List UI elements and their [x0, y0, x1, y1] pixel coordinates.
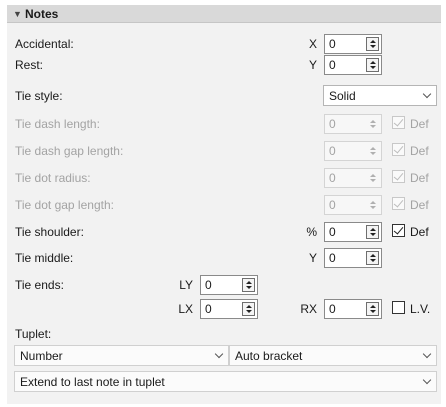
tie-ends-ly-label: LY — [179, 278, 193, 292]
tie-dash-gap-length-def-checkbox[interactable] — [392, 143, 405, 156]
tuplet-number-dropdown[interactable]: Number — [14, 345, 229, 366]
spinner-arrows-icon[interactable] — [366, 171, 379, 185]
def-label: Def — [410, 225, 429, 239]
def-label: Def — [410, 198, 429, 212]
chevron-down-icon — [422, 349, 432, 359]
tie-ends-lx-value: 0 — [205, 302, 212, 316]
tie-shoulder-spinbox[interactable]: 0 — [324, 222, 382, 242]
tie-style-value: Solid — [329, 89, 356, 103]
tie-ends-lx-label: LX — [178, 302, 193, 316]
section-title: Notes — [25, 7, 59, 21]
tie-dash-length-spinbox[interactable]: 0 — [324, 114, 382, 134]
tie-dash-length-label: Tie dash length: — [15, 117, 100, 131]
def-label: Def — [410, 117, 429, 131]
rest-axis-label: Y — [308, 58, 317, 72]
tuplet-number-value: Number — [20, 349, 63, 363]
tuplet-bracket-dropdown[interactable]: Auto bracket — [229, 345, 437, 366]
tie-shoulder-def-checkbox[interactable] — [392, 224, 405, 237]
tie-dot-gap-length-value: 0 — [329, 198, 336, 212]
accidental-x-spinbox[interactable]: 0 — [324, 34, 382, 54]
tie-dot-radius-def-checkbox[interactable] — [392, 170, 405, 183]
tie-dot-radius-spinbox[interactable]: 0 — [324, 168, 382, 188]
spinner-arrows-icon[interactable] — [366, 198, 379, 212]
tie-shoulder-unit-label: % — [306, 225, 317, 239]
rest-y-value: 0 — [329, 58, 336, 72]
tie-middle-y-spinbox[interactable]: 0 — [324, 248, 382, 268]
tie-ends-ly-value: 0 — [205, 278, 212, 292]
tie-ends-rx-label: RX — [300, 302, 317, 316]
tie-ends-ly-spinbox[interactable]: 0 — [200, 275, 258, 295]
chevron-down-icon — [214, 349, 224, 359]
notes-section-header[interactable]: ▼ Notes — [7, 5, 441, 23]
accidental-x-value: 0 — [329, 37, 336, 51]
spinner-arrows-icon[interactable] — [366, 251, 379, 265]
rest-y-spinbox[interactable]: 0 — [324, 55, 382, 75]
tuplet-extend-value: Extend to last note in tuplet — [20, 375, 165, 389]
tie-ends-rx-spinbox[interactable]: 0 — [324, 299, 382, 319]
spinner-arrows-icon[interactable] — [242, 302, 255, 316]
tie-middle-axis-label: Y — [308, 251, 317, 265]
tie-dot-gap-length-spinbox[interactable]: 0 — [324, 195, 382, 215]
chevron-down-icon — [422, 375, 432, 385]
tie-dash-length-def-checkbox[interactable] — [392, 116, 405, 129]
spinner-arrows-icon[interactable] — [366, 37, 379, 51]
tie-middle-label: Tie middle: — [15, 251, 74, 265]
lv-checkbox[interactable] — [392, 301, 405, 314]
tie-dot-gap-length-label: Tie dot gap length: — [15, 198, 114, 212]
lv-label: L.V. — [410, 302, 431, 316]
tie-dash-gap-length-label: Tie dash gap length: — [15, 144, 124, 158]
spinner-arrows-icon[interactable] — [366, 302, 379, 316]
tuplet-label: Tuplet: — [15, 327, 52, 341]
spinner-arrows-icon[interactable] — [366, 225, 379, 239]
tie-shoulder-label: Tie shoulder: — [15, 225, 84, 239]
spinner-arrows-icon[interactable] — [366, 144, 379, 158]
tie-dot-gap-length-def-checkbox[interactable] — [392, 197, 405, 210]
tie-dot-radius-value: 0 — [329, 171, 336, 185]
def-label: Def — [410, 171, 429, 185]
rest-label: Rest: — [15, 58, 44, 72]
tuplet-bracket-value: Auto bracket — [235, 349, 303, 363]
tie-ends-lx-spinbox[interactable]: 0 — [200, 299, 258, 319]
tie-style-dropdown[interactable]: Solid — [323, 85, 437, 106]
spinner-arrows-icon[interactable] — [366, 117, 379, 131]
tie-style-label: Tie style: — [15, 89, 63, 103]
tie-dash-gap-length-value: 0 — [329, 144, 336, 158]
tie-dash-gap-length-spinbox[interactable]: 0 — [324, 141, 382, 161]
tie-shoulder-value: 0 — [329, 225, 336, 239]
def-label: Def — [410, 144, 429, 158]
tie-ends-label: Tie ends: — [15, 278, 64, 292]
tie-dash-length-value: 0 — [329, 117, 336, 131]
accidental-axis-label: X — [308, 37, 317, 51]
tie-dot-radius-label: Tie dot radius: — [15, 171, 91, 185]
collapse-triangle-icon[interactable]: ▼ — [13, 5, 22, 23]
notes-panel: ▼ Notes Accidental: X 0 Rest: Y 0 Tie st… — [7, 5, 441, 404]
spinner-arrows-icon[interactable] — [242, 278, 255, 292]
chevron-down-icon — [422, 89, 432, 99]
tie-ends-rx-value: 0 — [329, 302, 336, 316]
tie-middle-y-value: 0 — [329, 251, 336, 265]
spinner-arrows-icon[interactable] — [366, 58, 379, 72]
tuplet-extend-dropdown[interactable]: Extend to last note in tuplet — [14, 371, 437, 392]
accidental-label: Accidental: — [15, 37, 74, 51]
